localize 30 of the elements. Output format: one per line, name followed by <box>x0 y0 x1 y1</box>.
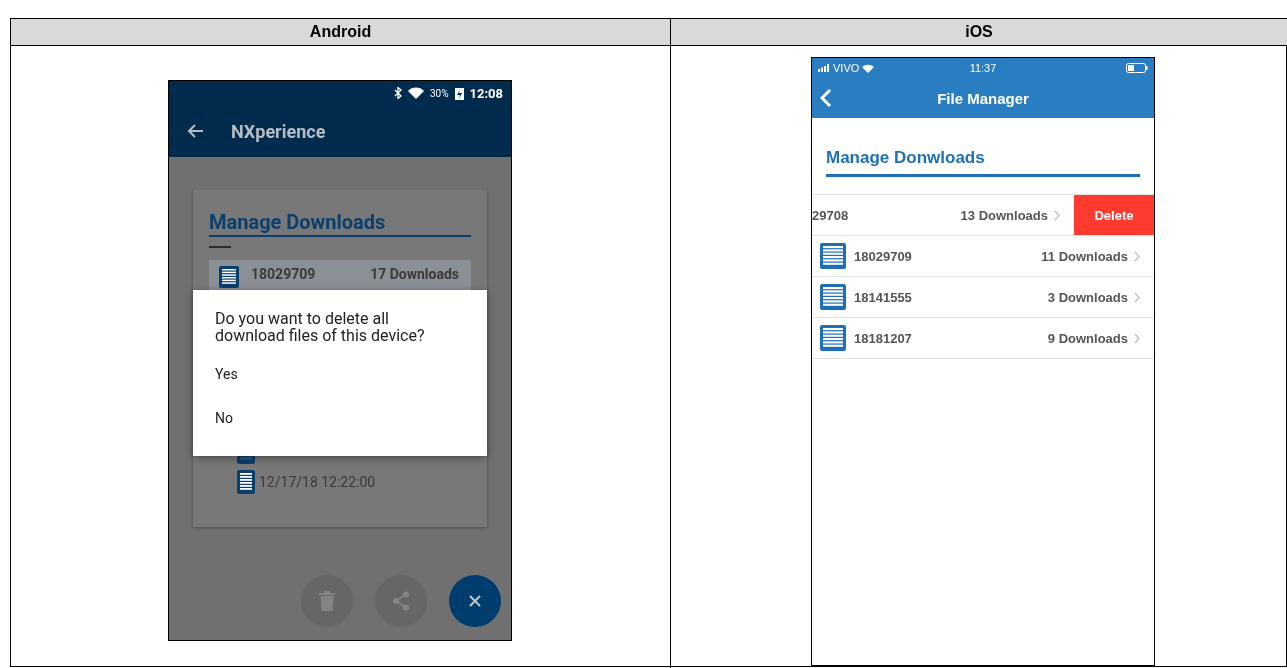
device-row[interactable]: 29708 13 Downloads Delete <box>812 195 1154 236</box>
device-id: 18029709 <box>251 266 316 282</box>
download-count: 3 Downloads <box>1047 289 1128 305</box>
column-header: iOS <box>671 19 1287 46</box>
file-timestamp: 12/17/18 12:22:00 <box>259 474 376 490</box>
device-row[interactable]: 18181207 9 Downloads <box>812 318 1154 359</box>
dialog-message: Do you want to delete all download files of this device? <box>215 310 426 344</box>
download-count: 9 Downloads <box>1047 330 1128 346</box>
device-row[interactable]: 18141555 3 Downloads <box>812 277 1154 318</box>
card-title: Manage Downloads <box>209 210 471 237</box>
download-count: 17 Downloads <box>370 266 460 282</box>
clock-time: 11:37 <box>969 62 997 74</box>
download-count: 11 Downloads <box>1041 248 1128 264</box>
column-header: Android <box>11 19 671 46</box>
device-id: 18181207 <box>854 330 912 346</box>
download-count: 13 Downloads <box>960 207 1048 223</box>
clock-time: 12:08 <box>469 85 503 101</box>
delete-button[interactable]: Delete <box>1074 195 1154 235</box>
device-id: 18141555 <box>854 289 912 305</box>
dialog-option[interactable]: Yes <box>215 366 238 382</box>
device-row[interactable]: 18029709 17 Downloads <box>209 260 471 290</box>
device-id: 18029709 <box>854 248 912 264</box>
app-title: NXperience <box>231 120 326 142</box>
battery-percent: 30% <box>429 87 449 99</box>
screen-title: File Manager <box>937 89 1029 107</box>
device-row[interactable]: 18029709 11 Downloads <box>812 236 1154 277</box>
dialog-option[interactable]: No <box>215 410 233 426</box>
carrier-name: VIVO <box>833 62 860 74</box>
section-title: Manage Donwloads <box>826 148 1140 177</box>
device-id: 29708 <box>812 207 849 223</box>
